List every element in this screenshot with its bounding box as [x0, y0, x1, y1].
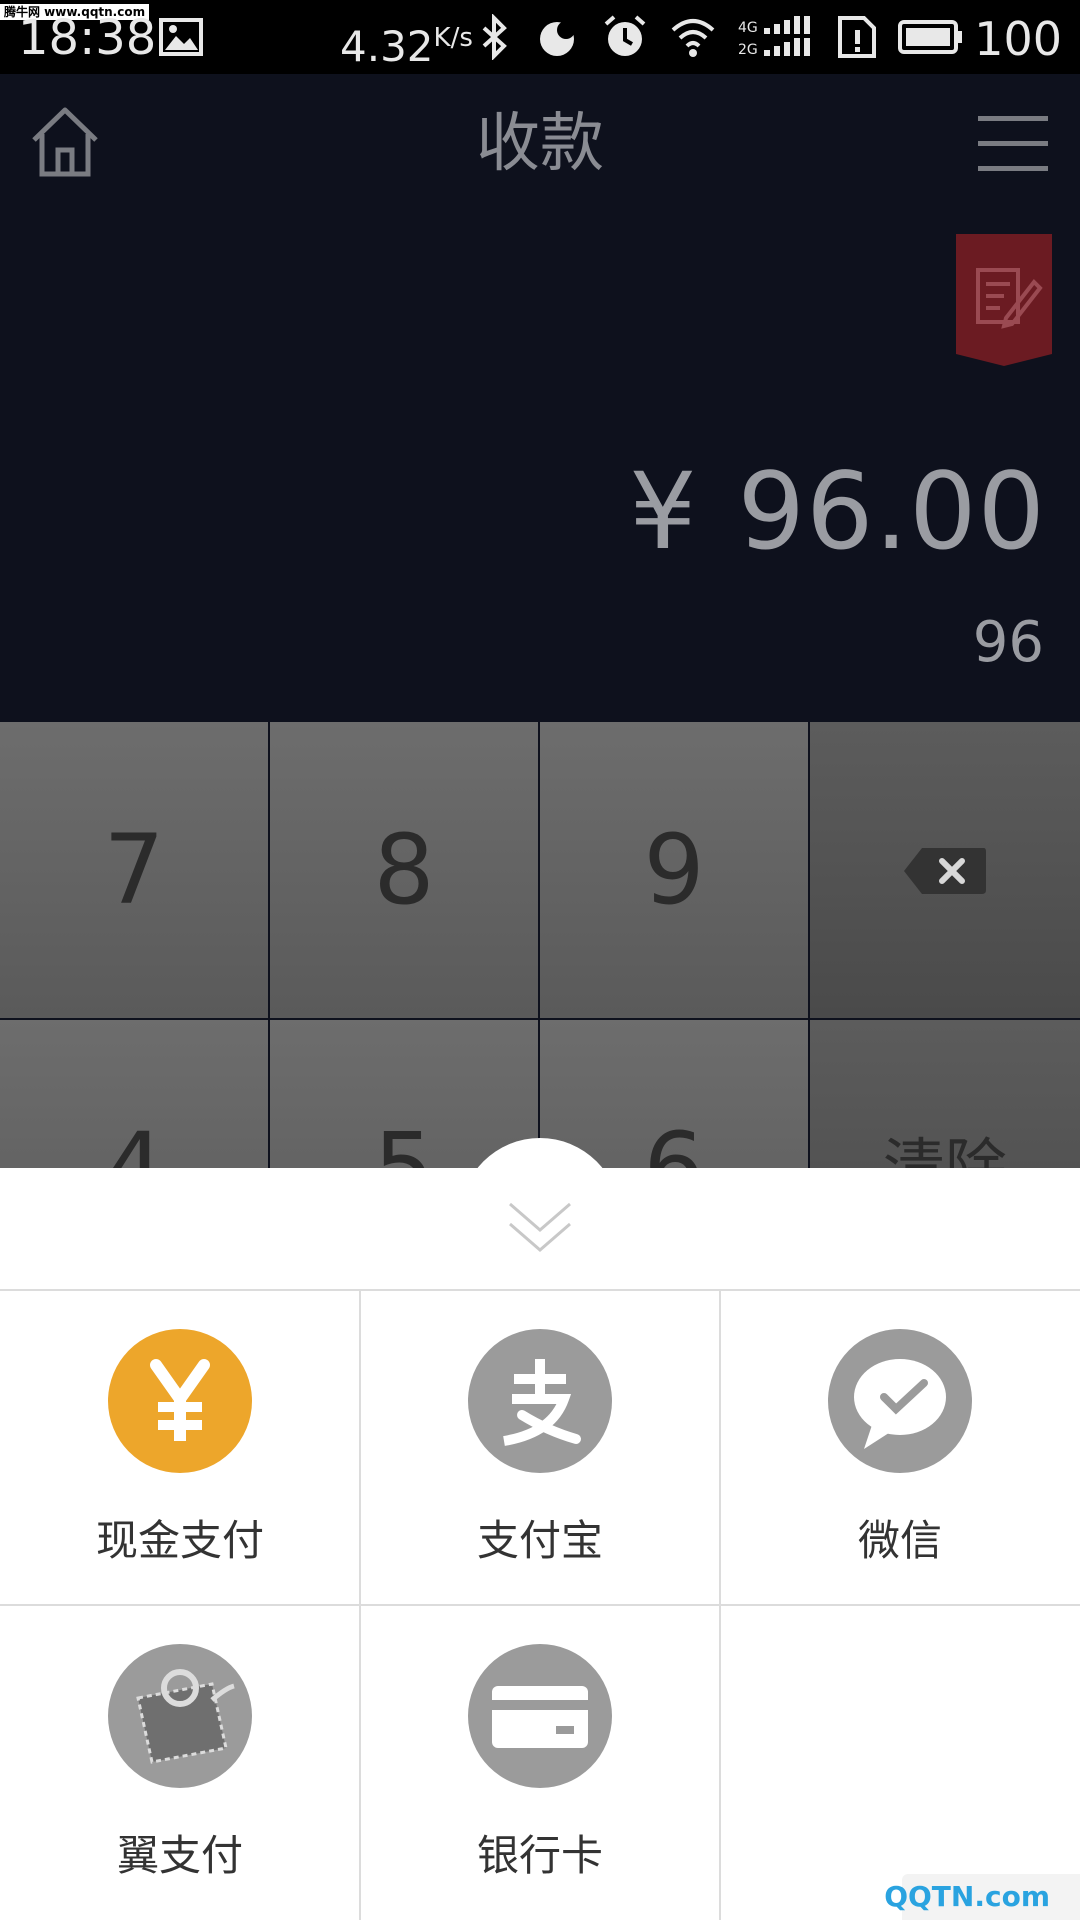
numeric-keypad: 7 8 9 4 5 6 清除: [0, 722, 1080, 1168]
amount-display: ¥96.00: [629, 450, 1046, 574]
key-4[interactable]: 4: [0, 1020, 268, 1168]
wifi-icon: [671, 19, 715, 57]
raw-input-value: 96: [972, 610, 1044, 675]
status-bar: 腾牛网 www.qqtn.com 18:38 4.32K/s 4G 2G 100: [0, 0, 1080, 74]
status-time: 18:38: [18, 10, 157, 66]
pay-option-cash[interactable]: 现金支付: [0, 1291, 360, 1605]
app-header: 收款: [0, 74, 1080, 214]
key-7[interactable]: 7: [0, 722, 268, 1018]
menu-icon[interactable]: [976, 110, 1050, 176]
pay-option-alipay[interactable]: 支付宝: [360, 1291, 720, 1605]
page-title: 收款: [476, 107, 604, 181]
sim-icon: [838, 16, 876, 58]
backspace-button[interactable]: [810, 722, 1080, 1018]
wallet-icon: [108, 1644, 252, 1788]
alarm-icon: [604, 15, 646, 56]
key-5[interactable]: 5: [270, 1020, 538, 1168]
svg-text:2G: 2G: [738, 42, 758, 58]
clear-button[interactable]: 清除: [810, 1020, 1080, 1168]
wechat-icon: [828, 1329, 972, 1473]
backspace-icon: [904, 848, 986, 894]
chevron-down-icon[interactable]: [504, 1198, 576, 1258]
key-8[interactable]: 8: [270, 722, 538, 1018]
pay-option-label: 支付宝: [476, 1516, 603, 1565]
watermark-logo: QQTN.com: [884, 1874, 1080, 1920]
currency-symbol: ¥: [629, 450, 698, 573]
amount-value: 96.00: [737, 450, 1046, 573]
battery-percent: 100: [974, 12, 1062, 66]
pay-option-label: 银行卡: [476, 1831, 603, 1880]
pay-option-bestpay[interactable]: 翼支付: [0, 1606, 360, 1920]
network-speed: 4.32K/s: [340, 22, 473, 71]
pay-option-label: 现金支付: [95, 1516, 264, 1565]
signal-4g-2g-icon: 4G 2G: [738, 16, 810, 58]
pay-option-label: 翼支付: [116, 1831, 243, 1880]
key-9[interactable]: 9: [540, 722, 808, 1018]
bank-card-icon: [468, 1644, 612, 1788]
svg-text:4G: 4G: [738, 20, 758, 36]
key-6[interactable]: 6: [540, 1020, 808, 1168]
image-icon: [159, 18, 203, 56]
pay-option-bank-card[interactable]: 银行卡: [360, 1606, 720, 1920]
do-not-disturb-icon: [540, 21, 575, 56]
battery-icon: [898, 20, 962, 54]
alipay-icon: [468, 1329, 612, 1473]
pay-option-wechat[interactable]: 微信: [720, 1291, 1080, 1605]
cash-yen-icon: [108, 1329, 252, 1473]
bluetooth-icon: [482, 14, 507, 60]
note-edit-icon[interactable]: [956, 234, 1052, 366]
pay-option-label: 微信: [857, 1516, 942, 1565]
